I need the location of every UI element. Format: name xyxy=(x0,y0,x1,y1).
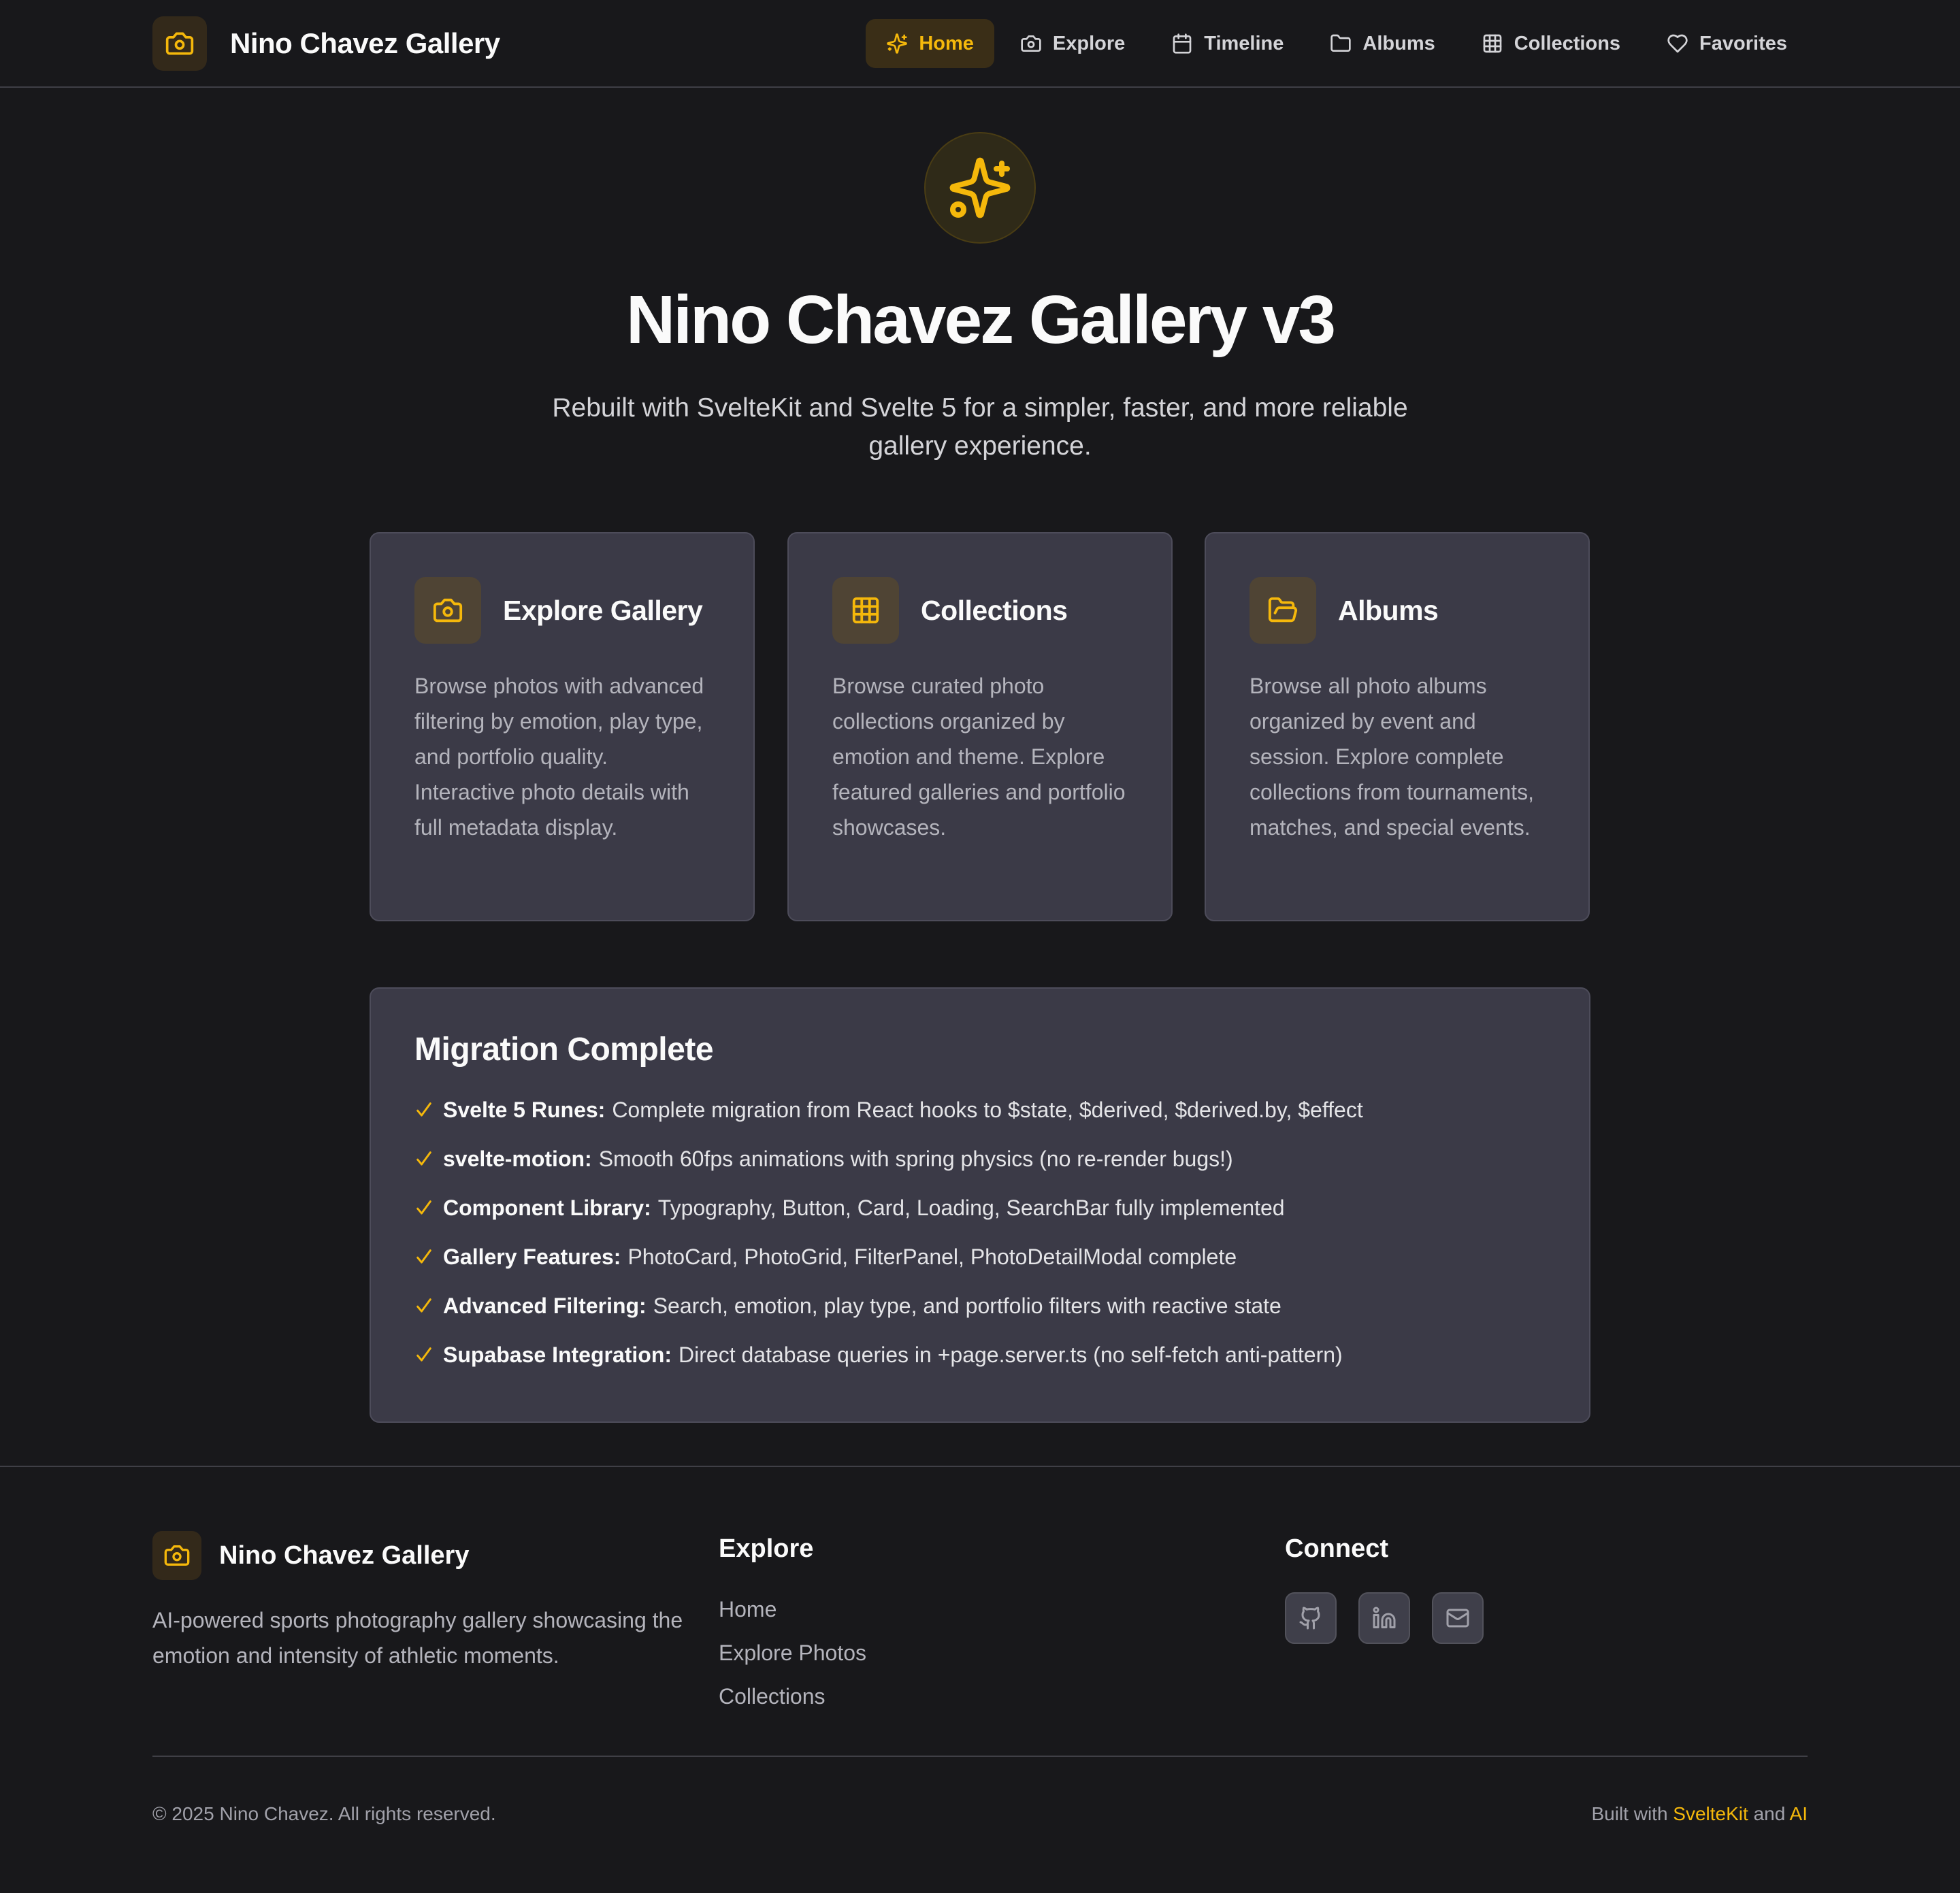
check-icon xyxy=(414,1100,443,1119)
item-label: svelte-motion: xyxy=(443,1146,592,1171)
footer-divider xyxy=(0,1466,1960,1467)
top-navbar: Nino Chavez Gallery Home Explore Timelin… xyxy=(0,0,1960,88)
list-item: svelte-motion: Smooth 60fps animations w… xyxy=(414,1134,1546,1183)
list-item: Svelte 5 Runes: Complete migration from … xyxy=(414,1085,1546,1134)
footer-description: AI-powered sports photography gallery sh… xyxy=(152,1608,683,1668)
card-collections[interactable]: Collections Browse curated photo collect… xyxy=(787,532,1173,921)
camera-icon xyxy=(152,1531,201,1580)
github-icon xyxy=(1298,1606,1323,1630)
item-text: Smooth 60fps animations with spring phys… xyxy=(598,1146,1233,1171)
linkedin-icon xyxy=(1372,1606,1396,1630)
item-text: Direct database queries in +page.server.… xyxy=(679,1342,1343,1367)
item-text: Complete migration from React hooks to $… xyxy=(612,1097,1363,1122)
camera-icon xyxy=(414,577,481,644)
check-icon xyxy=(414,1345,443,1364)
sparkles-icon xyxy=(886,33,908,54)
card-albums[interactable]: Albums Browse all photo albums organized… xyxy=(1205,532,1590,921)
ai-link[interactable]: AI xyxy=(1790,1803,1808,1824)
card-title: Collections xyxy=(921,594,1068,626)
footer-link-collections[interactable]: Collections xyxy=(719,1679,866,1723)
built-with-text: Built with SvelteKit and AI xyxy=(1591,1800,1808,1828)
brand-title: Nino Chavez Gallery xyxy=(230,27,500,59)
calendar-icon xyxy=(1171,33,1193,54)
grid-icon xyxy=(1482,33,1503,54)
migration-list: Svelte 5 Runes: Complete migration from … xyxy=(414,1085,1546,1379)
item-text: PhotoCard, PhotoGrid, FilterPanel, Photo… xyxy=(627,1244,1237,1269)
check-icon xyxy=(414,1296,443,1315)
check-icon xyxy=(414,1149,443,1168)
card-description: Browse photos with advanced filtering by… xyxy=(414,674,704,840)
linkedin-button[interactable] xyxy=(1358,1592,1410,1644)
footer-link-explore-photos[interactable]: Explore Photos xyxy=(719,1636,866,1679)
built-prefix: Built with xyxy=(1591,1803,1668,1824)
nav-albums-label: Albums xyxy=(1362,32,1435,54)
nav-home-label: Home xyxy=(919,32,974,54)
migration-panel: Migration Complete Svelte 5 Runes: Compl… xyxy=(370,987,1590,1423)
page-title: Nino Chavez Gallery v3 xyxy=(625,282,1336,358)
footer-connect-title: Connect xyxy=(1285,1534,1388,1563)
grid-icon xyxy=(832,577,899,644)
item-text: Search, emotion, play type, and portfoli… xyxy=(653,1293,1281,1318)
item-label: Supabase Integration: xyxy=(443,1342,672,1367)
footer-explore-links: Home Explore Photos Collections xyxy=(719,1592,866,1723)
footer-link-home[interactable]: Home xyxy=(719,1592,866,1636)
migration-title: Migration Complete xyxy=(414,1032,714,1068)
list-item: Component Library: Typography, Button, C… xyxy=(414,1183,1546,1232)
email-button[interactable] xyxy=(1432,1592,1484,1644)
item-label: Svelte 5 Runes: xyxy=(443,1097,606,1122)
list-item: Gallery Features: PhotoCard, PhotoGrid, … xyxy=(414,1232,1546,1281)
card-title: Explore Gallery xyxy=(503,594,703,626)
nav-favorites-label: Favorites xyxy=(1699,32,1787,54)
brand-link[interactable]: Nino Chavez Gallery xyxy=(152,16,500,71)
card-title: Albums xyxy=(1338,594,1439,626)
nav-collections-label: Collections xyxy=(1514,32,1621,54)
footer-brand-title: Nino Chavez Gallery xyxy=(219,1541,470,1570)
sveltekit-link[interactable]: SvelteKit xyxy=(1673,1803,1748,1824)
main-nav: Home Explore Timeline Albums Collections xyxy=(866,19,1808,68)
page-subtitle: Rebuilt with SvelteKit and Svelte 5 for … xyxy=(552,393,1408,461)
card-description: Browse curated photo collections organiz… xyxy=(832,674,1126,840)
item-label: Component Library: xyxy=(443,1195,651,1220)
folder-icon xyxy=(1330,33,1352,54)
check-icon xyxy=(414,1198,443,1217)
copyright-text: © 2025 Nino Chavez. All rights reserved. xyxy=(152,1803,496,1824)
github-button[interactable] xyxy=(1285,1592,1337,1644)
social-links xyxy=(1285,1592,1484,1644)
nav-timeline[interactable]: Timeline xyxy=(1151,19,1304,68)
nav-collections[interactable]: Collections xyxy=(1461,19,1641,68)
card-explore-gallery[interactable]: Explore Gallery Browse photos with advan… xyxy=(370,532,755,921)
heart-icon xyxy=(1667,33,1688,54)
list-item: Supabase Integration: Direct database qu… xyxy=(414,1330,1546,1379)
list-item: Advanced Filtering: Search, emotion, pla… xyxy=(414,1281,1546,1330)
footer-bottom-divider xyxy=(152,1756,1808,1757)
sparkles-icon xyxy=(924,132,1036,244)
nav-home[interactable]: Home xyxy=(866,19,994,68)
card-description: Browse all photo albums organized by eve… xyxy=(1250,674,1534,840)
folder-open-icon xyxy=(1250,577,1316,644)
camera-icon xyxy=(1020,33,1042,54)
nav-timeline-label: Timeline xyxy=(1204,32,1284,54)
check-icon xyxy=(414,1247,443,1266)
camera-icon xyxy=(152,16,207,71)
built-and: and xyxy=(1753,1803,1786,1824)
nav-albums[interactable]: Albums xyxy=(1309,19,1455,68)
nav-favorites[interactable]: Favorites xyxy=(1646,19,1808,68)
item-text: Typography, Button, Card, Loading, Searc… xyxy=(657,1195,1285,1220)
footer-brand[interactable]: Nino Chavez Gallery xyxy=(152,1531,469,1580)
footer-explore-title: Explore xyxy=(719,1534,814,1563)
item-label: Advanced Filtering: xyxy=(443,1293,647,1318)
nav-explore[interactable]: Explore xyxy=(1000,19,1145,68)
mail-icon xyxy=(1446,1606,1470,1630)
item-label: Gallery Features: xyxy=(443,1244,621,1269)
nav-explore-label: Explore xyxy=(1052,32,1126,54)
